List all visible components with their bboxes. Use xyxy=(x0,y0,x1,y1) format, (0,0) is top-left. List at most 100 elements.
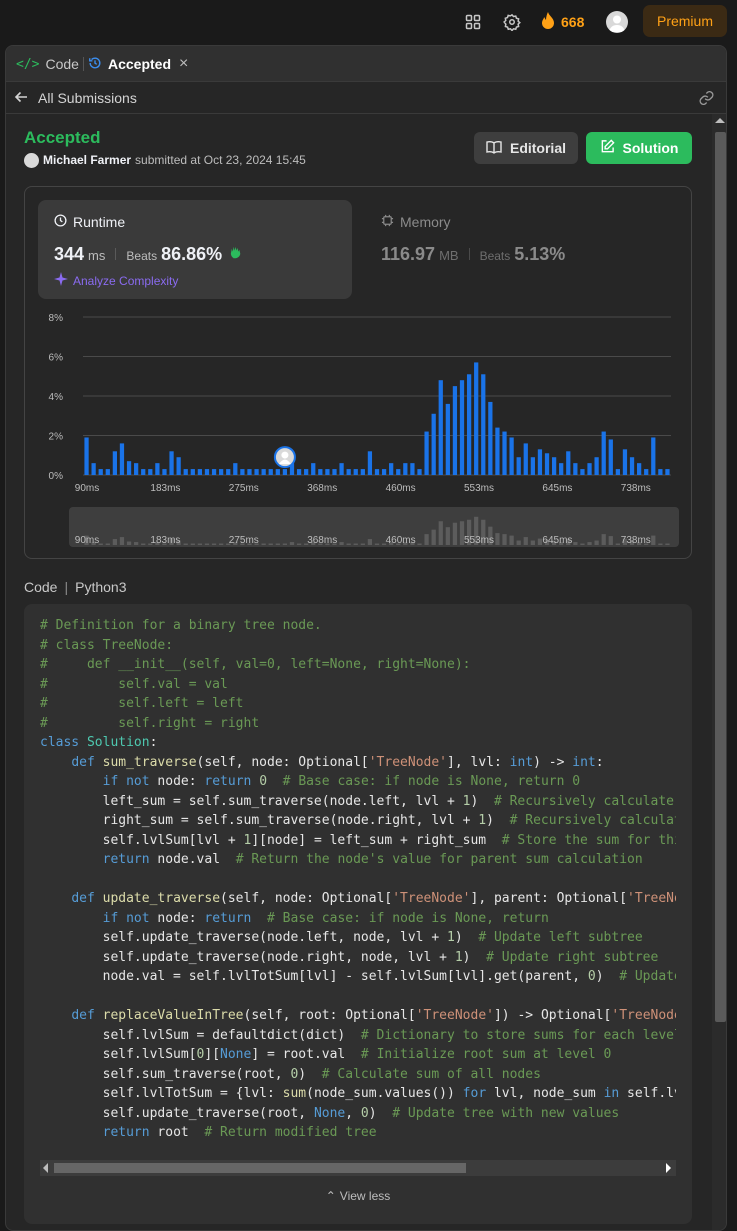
x-tick-label: 738ms xyxy=(621,483,651,494)
link-icon[interactable] xyxy=(698,90,715,111)
chart-bar xyxy=(304,469,309,475)
y-tick-label: 0% xyxy=(49,471,64,482)
runtime-card[interactable]: Runtime 344 ms Beats 86.86% Analyze Comp… xyxy=(38,200,352,299)
mini-chart-bar xyxy=(296,543,302,545)
code-line: self.lvlSum = defaultdict(dict) # Dictio… xyxy=(40,1027,676,1043)
mini-chart-bar xyxy=(601,534,606,545)
mini-chart-bar xyxy=(282,543,288,545)
runtime-metric: 344 ms Beats 86.86% xyxy=(54,244,244,265)
divider xyxy=(115,248,117,260)
memory-title-label: Memory xyxy=(400,214,451,230)
language-label: Python3 xyxy=(75,579,127,595)
layout-icon[interactable] xyxy=(462,11,484,33)
close-icon[interactable]: × xyxy=(179,55,188,73)
horizontal-scrollbar[interactable] xyxy=(40,1160,676,1176)
scroll-up-icon[interactable] xyxy=(715,118,725,123)
tab-divider xyxy=(83,57,84,71)
runtime-unit: ms xyxy=(88,248,106,263)
code-line: # def __init__(self, val=0, left=None, r… xyxy=(40,657,471,672)
premium-button[interactable]: Premium xyxy=(643,5,727,37)
chart-bar xyxy=(629,457,635,475)
code-line: self.update_traverse(root, None, 0) # Up… xyxy=(40,1105,620,1121)
code-line: return node.val # Return the node's valu… xyxy=(102,852,643,867)
memory-card[interactable]: Memory 116.97 MB Beats 5.13% xyxy=(365,200,679,299)
runtime-beats-value: 86.86% xyxy=(161,244,223,264)
divider: | xyxy=(64,579,69,595)
chart-bar xyxy=(240,469,245,475)
runtime-title: Runtime xyxy=(54,214,125,230)
mini-chart-bar xyxy=(289,542,295,545)
top-bar: 668 Premium xyxy=(0,0,737,44)
mini-chart-bar xyxy=(658,543,663,545)
user-avatar[interactable] xyxy=(606,11,628,33)
solution-button[interactable]: Solution xyxy=(586,132,692,164)
submission-panel: </> Code Accepted × All Submissions Acce… xyxy=(5,45,727,1231)
all-submissions-link[interactable]: All Submissions xyxy=(14,82,137,114)
mini-chart-bar xyxy=(197,543,203,545)
performance-panel: Runtime 344 ms Beats 86.86% Analyze Comp… xyxy=(24,186,692,559)
chart-bar xyxy=(474,362,479,475)
memory-beats-label: Beats xyxy=(479,249,511,263)
code-line: return root # Return modified tree xyxy=(102,1125,377,1140)
code-line: if not node: return # Base case: if node… xyxy=(102,910,549,926)
scroll-left-icon[interactable] xyxy=(43,1163,48,1173)
chart-bar xyxy=(346,469,351,475)
mini-x-tick-label: 90ms xyxy=(75,535,99,546)
x-tick-label: 90ms xyxy=(75,483,99,494)
tab-accepted-label: Accepted xyxy=(108,56,172,72)
chart-bar xyxy=(658,469,663,475)
chart-bar xyxy=(615,469,620,475)
editorial-button[interactable]: Editorial xyxy=(474,132,578,164)
vertical-scrollbar-thumb[interactable] xyxy=(715,132,726,1022)
tab-code[interactable]: </> Code xyxy=(16,46,79,82)
chart-bar xyxy=(651,437,656,475)
code-line: def update_traverse(self, node: Optional… xyxy=(71,891,676,906)
chart-bar xyxy=(318,469,323,475)
analyze-complexity-link[interactable]: Analyze Complexity xyxy=(54,272,178,289)
mini-chart-bar xyxy=(134,542,139,545)
mini-x-tick-label: 553ms xyxy=(464,535,494,546)
settings-icon[interactable] xyxy=(501,11,523,33)
code-line: self.lvlSum[lvl + 1][node] = left_sum + … xyxy=(40,832,676,848)
submission-status: Accepted xyxy=(24,128,101,147)
chart-bar xyxy=(311,463,316,475)
chart-bar xyxy=(509,437,514,475)
chart-bar xyxy=(332,469,337,475)
horizontal-scrollbar-thumb[interactable] xyxy=(54,1163,466,1173)
code-line: self.update_traverse(node.right, node, l… xyxy=(40,949,659,965)
streak-counter[interactable]: 668 xyxy=(541,10,584,34)
chart-bar xyxy=(141,469,146,475)
code-line: node.val = self.lvlTotSum[lvl] - self.lv… xyxy=(40,969,676,984)
view-less-button[interactable]: ⌃ View less xyxy=(24,1189,692,1203)
mini-chart-bar xyxy=(261,543,266,545)
chart-bar xyxy=(155,463,160,475)
mini-chart-bar xyxy=(126,541,132,545)
chart-bar xyxy=(339,463,344,475)
memory-metric: 116.97 MB Beats 5.13% xyxy=(381,244,565,265)
scroll-right-icon[interactable] xyxy=(666,1163,671,1173)
mini-chart-bar xyxy=(353,543,358,545)
mini-chart-bar xyxy=(509,535,514,545)
tab-accepted[interactable]: Accepted × xyxy=(88,46,188,82)
divider xyxy=(468,248,470,260)
runtime-distribution-chart[interactable]: 8% 6% 4% 2% 0% 90ms 90ms 183ms 183ms 275ms 275ms 36… xyxy=(25,305,693,555)
mini-chart-bar xyxy=(665,543,670,545)
memory-title: Memory xyxy=(381,214,451,230)
author-name[interactable]: Michael Farmer xyxy=(43,153,131,167)
chart-bar xyxy=(367,451,373,475)
chart-bar xyxy=(211,469,217,475)
mini-x-tick-label: 275ms xyxy=(229,535,259,546)
chart-bar xyxy=(551,457,557,475)
vertical-scrollbar[interactable] xyxy=(712,114,726,1230)
mini-x-tick-label: 645ms xyxy=(542,535,572,546)
editorial-label: Editorial xyxy=(509,140,566,156)
book-icon xyxy=(486,140,502,157)
mini-chart-bar xyxy=(438,521,443,545)
code-line: left_sum = self.sum_traverse(node.left, … xyxy=(40,793,674,809)
y-tick-label: 8% xyxy=(49,313,64,324)
mini-chart-bar xyxy=(112,539,118,545)
code-content[interactable]: # Definition for a binary tree node. # cl… xyxy=(40,616,676,1156)
mini-chart-bar xyxy=(211,543,217,545)
